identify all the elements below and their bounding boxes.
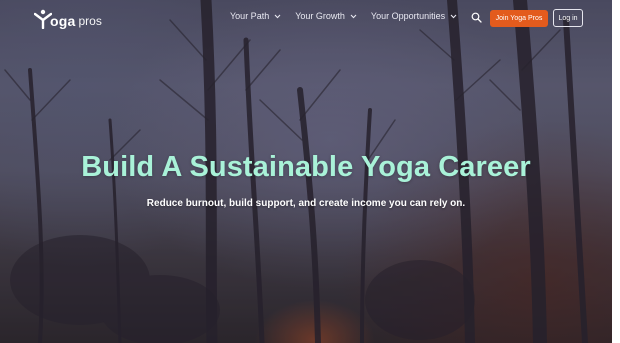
yoga-pros-logo[interactable]: oga pros: [34, 9, 102, 29]
hero-title: Build A Sustainable Yoga Career: [81, 151, 531, 183]
page-edge: [612, 0, 620, 343]
hero-subtitle: Reduce burnout, build support, and creat…: [146, 198, 466, 209]
logo-word-pros: pros: [78, 14, 102, 28]
join-yoga-pros-button[interactable]: Join Yoga Pros: [490, 10, 548, 27]
menu-item-your-path[interactable]: Your Path: [230, 11, 281, 21]
menu-item-label: Your Path: [230, 11, 270, 21]
chevron-down-icon: [350, 14, 357, 18]
menu-item-label: Your Growth: [295, 11, 345, 21]
log-in-button[interactable]: Log in: [553, 9, 583, 27]
menu-item-your-growth[interactable]: Your Growth: [295, 11, 357, 21]
logo-word-yoga: oga: [50, 13, 76, 29]
top-navigation: oga pros Your Path Your Growth Your Oppo…: [0, 0, 612, 36]
search-icon[interactable]: [471, 12, 482, 23]
menu-item-label: Your Opportunities: [370, 11, 446, 21]
chevron-down-icon: [274, 14, 281, 18]
main-menu: Your Path Your Growth Your Opportunities: [230, 11, 471, 21]
chevron-down-icon: [450, 14, 457, 18]
menu-item-your-opportunities[interactable]: Your Opportunities: [371, 11, 457, 21]
